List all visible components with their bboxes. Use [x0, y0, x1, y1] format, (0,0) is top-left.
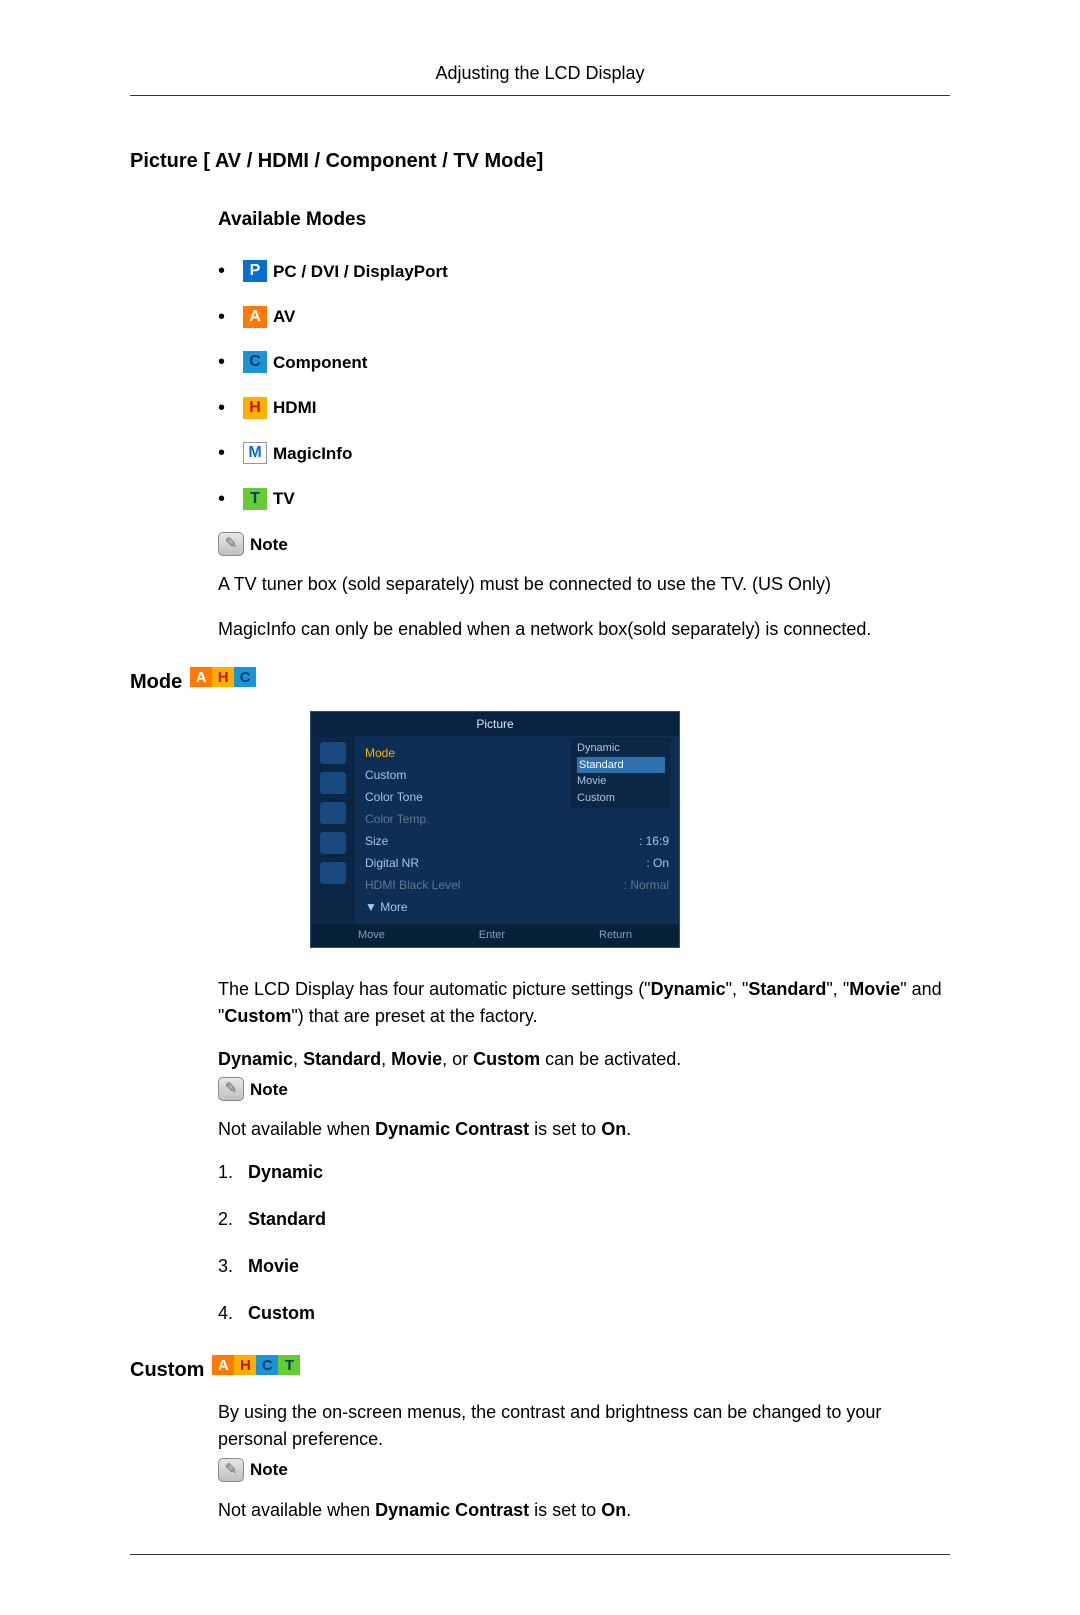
- osd-row-label: ▼ More: [365, 898, 408, 916]
- list-item: 4.Custom: [218, 1300, 950, 1327]
- note-row: ✎ Note: [218, 1077, 950, 1103]
- note-row: ✎ Note: [218, 1457, 950, 1483]
- note-icon: ✎: [218, 532, 244, 556]
- t-icon: T: [243, 488, 267, 510]
- mode-section-heading-row: Mode A H C: [130, 667, 950, 697]
- a-icon: A: [190, 667, 212, 687]
- bullet-icon: •: [218, 398, 225, 418]
- osd-footer-enter: Enter: [479, 927, 505, 944]
- c-icon: C: [243, 351, 267, 373]
- list-item: 2.Standard: [218, 1206, 950, 1233]
- h-icon: H: [243, 397, 267, 419]
- osd-dropdown-item-selected: Standard: [577, 757, 665, 774]
- mode-label: TV: [273, 486, 295, 512]
- osd-dropdown-item: Custom: [577, 790, 665, 807]
- mode-item-pc: • P PC / DVI / DisplayPort: [218, 259, 950, 285]
- bullet-icon: •: [218, 489, 225, 509]
- mode-label: PC / DVI / DisplayPort: [273, 259, 448, 285]
- page-header-title: Adjusting the LCD Display: [130, 60, 950, 96]
- bullet-icon: •: [218, 261, 225, 281]
- osd-row-value: : 16:9: [639, 832, 669, 850]
- mode-para-2: Dynamic, Standard, Movie, or Custom can …: [218, 1046, 950, 1073]
- list-item: 3.Movie: [218, 1253, 950, 1280]
- osd-dropdown-item: Movie: [577, 773, 665, 790]
- osd-dropdown-item: Dynamic: [577, 740, 665, 757]
- mode-item-component: • C Component: [218, 350, 950, 376]
- osd-row-label: Color Tone: [365, 788, 423, 806]
- p-icon: P: [243, 260, 267, 282]
- osd-row-label: Color Temp.: [365, 810, 429, 828]
- osd-row-label: Mode: [365, 744, 395, 762]
- available-modes-list: • P PC / DVI / DisplayPort • A AV • C Co…: [218, 259, 950, 512]
- bullet-icon: •: [218, 307, 225, 327]
- note-body-2: MagicInfo can only be enabled when a net…: [218, 616, 950, 643]
- osd-row-value: : Normal: [624, 876, 669, 894]
- custom-note-body: Not available when Dynamic Contrast is s…: [218, 1497, 950, 1524]
- custom-badge-group: A H C T: [212, 1355, 300, 1375]
- mode-item-hdmi: • H HDMI: [218, 395, 950, 421]
- bullet-icon: •: [218, 352, 225, 372]
- mode-label: MagicInfo: [273, 441, 352, 467]
- mode-item-tv: • T TV: [218, 486, 950, 512]
- available-modes-heading: Available Modes: [218, 206, 950, 235]
- custom-section-heading-row: Custom A H C T: [130, 1355, 950, 1385]
- osd-side-icon: [320, 772, 346, 794]
- t-icon: T: [278, 1355, 300, 1375]
- mode-options-list: 1.Dynamic 2.Standard 3.Movie 4.Custom: [218, 1159, 950, 1327]
- mode-label: HDMI: [273, 395, 316, 421]
- note-icon: ✎: [218, 1458, 244, 1482]
- mode-label: Component: [273, 350, 367, 376]
- h-icon: H: [234, 1355, 256, 1375]
- mode-item-av: • A AV: [218, 304, 950, 330]
- custom-heading: Custom: [130, 1355, 204, 1385]
- osd-row-value: : On: [646, 854, 669, 872]
- osd-title: Picture: [311, 712, 679, 736]
- mode-para-1: The LCD Display has four automatic pictu…: [218, 976, 950, 1030]
- osd-side-icon: [320, 802, 346, 824]
- osd-footer-move: Move: [358, 927, 385, 944]
- osd-footer-return: Return: [599, 927, 632, 944]
- footer-rule: [130, 1554, 950, 1555]
- list-item: 1.Dynamic: [218, 1159, 950, 1186]
- osd-screenshot: Picture Dynamic Standard Movie Custom: [310, 711, 950, 948]
- note-label: Note: [250, 1077, 288, 1103]
- osd-row-label: Size: [365, 832, 388, 850]
- osd-side-icon: [320, 742, 346, 764]
- a-icon: A: [243, 306, 267, 328]
- c-icon: C: [256, 1355, 278, 1375]
- osd-footer: Move Enter Return: [311, 924, 679, 947]
- osd-dropdown: Dynamic Standard Movie Custom: [571, 738, 671, 808]
- note-label: Note: [250, 532, 288, 558]
- osd-row-label: Custom: [365, 766, 406, 784]
- osd-side-icon: [320, 832, 346, 854]
- osd-main: Dynamic Standard Movie Custom Mode Custo…: [355, 736, 679, 924]
- osd-row-label: HDMI Black Level: [365, 876, 460, 894]
- c-icon: C: [234, 667, 256, 687]
- m-icon: M: [243, 442, 267, 464]
- mode-badge-group: A H C: [190, 667, 256, 687]
- picture-section-heading: Picture [ AV / HDMI / Component / TV Mod…: [130, 146, 950, 176]
- h-icon: H: [212, 667, 234, 687]
- mode-heading: Mode: [130, 667, 182, 697]
- mode-label: AV: [273, 304, 295, 330]
- bullet-icon: •: [218, 443, 225, 463]
- osd-row-label: Digital NR: [365, 854, 419, 872]
- osd-sidebar: [311, 736, 355, 924]
- mode-note-body: Not available when Dynamic Contrast is s…: [218, 1116, 950, 1143]
- note-label: Note: [250, 1457, 288, 1483]
- note-row: ✎ Note: [218, 532, 950, 558]
- note-icon: ✎: [218, 1077, 244, 1101]
- custom-body: By using the on-screen menus, the contra…: [218, 1399, 950, 1453]
- osd-side-icon: [320, 862, 346, 884]
- a-icon: A: [212, 1355, 234, 1375]
- mode-item-magicinfo: • M MagicInfo: [218, 441, 950, 467]
- note-body-1: A TV tuner box (sold separately) must be…: [218, 571, 950, 598]
